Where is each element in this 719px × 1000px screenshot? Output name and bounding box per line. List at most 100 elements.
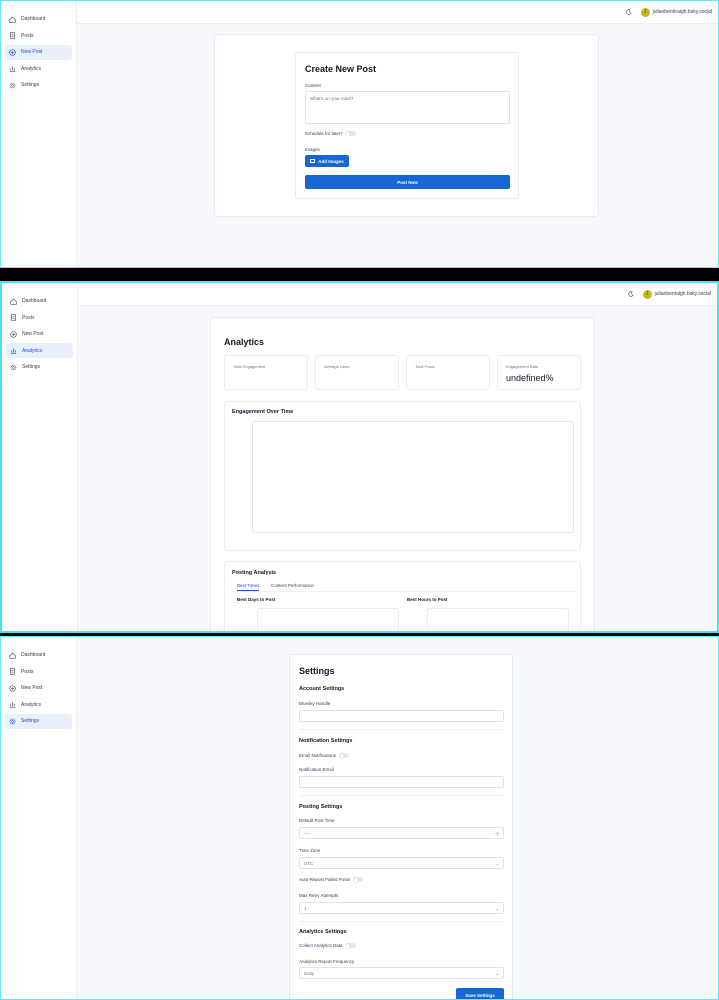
stat-card-engagement-rate: Engagement Rate undefined% bbox=[497, 355, 581, 390]
sidebar-item-label: Settings bbox=[22, 364, 41, 370]
sidebar-item-settings[interactable]: Settings bbox=[5, 78, 72, 93]
sidebar-item-label: New Post bbox=[22, 331, 44, 337]
analytics-settings-heading: Analytics Settings bbox=[299, 929, 347, 935]
max-retry-label: Max Retry Attempts bbox=[299, 893, 339, 898]
collect-analytics-label: Collect Analytics Data bbox=[299, 943, 343, 948]
stat-label: Average Likes bbox=[324, 364, 350, 369]
gear-icon bbox=[8, 717, 17, 726]
time-zone-value: UTC bbox=[304, 860, 314, 866]
report-frequency-value: Daily bbox=[304, 970, 315, 976]
user-handle: julianbentaigh.bsky.social bbox=[654, 291, 711, 297]
chart-icon bbox=[9, 346, 18, 355]
clock-icon: ◷ bbox=[495, 830, 500, 836]
sidebar-item-label: New Post bbox=[21, 685, 43, 691]
stat-label: Total Posts bbox=[415, 364, 435, 369]
moon-icon[interactable] bbox=[625, 8, 634, 17]
create-post-screen: Dashboard Posts New Post Analytics Setti… bbox=[0, 0, 719, 268]
stat-label: Engagement Rate bbox=[506, 364, 539, 369]
best-hours-title: Best Hours to Post bbox=[407, 597, 448, 602]
analytics-screen: Dashboard Posts New Post Analytics Setti… bbox=[0, 281, 719, 633]
sidebar-item-new-post[interactable]: New Post bbox=[5, 44, 72, 60]
default-post-time-label: Default Post Time bbox=[299, 818, 335, 823]
page-title: Analytics bbox=[224, 337, 265, 347]
collect-analytics-toggle[interactable] bbox=[345, 943, 356, 949]
max-retry-select[interactable]: 1 ⌄ bbox=[299, 902, 504, 914]
sidebar-item-label: New Post bbox=[21, 49, 43, 55]
stat-card-total-engagement: Total Engagement bbox=[224, 355, 308, 390]
moon-icon[interactable] bbox=[627, 290, 636, 299]
bluesky-handle-input[interactable] bbox=[299, 710, 504, 722]
engagement-chart-card: Engagement Over Time bbox=[224, 401, 581, 551]
content-label: Content bbox=[305, 83, 321, 88]
best-days-title: Best Days to Post bbox=[237, 597, 276, 602]
add-images-button[interactable]: Add Images bbox=[305, 155, 349, 167]
tab-best-times[interactable]: Best Times bbox=[237, 583, 260, 591]
content-textarea[interactable]: What's on your mind? bbox=[305, 91, 510, 124]
sidebar-item-analytics[interactable]: Analytics bbox=[5, 697, 72, 712]
auto-repost-toggle[interactable] bbox=[353, 877, 364, 883]
stat-card-average-likes: Average Likes bbox=[315, 355, 399, 390]
max-retry-value: 1 bbox=[304, 905, 307, 911]
sidebar-item-label: Analytics bbox=[21, 65, 42, 72]
auto-repost-row: Auto-Repost Failed Posts bbox=[299, 877, 364, 883]
sidebar-item-label: Dashboard bbox=[21, 16, 46, 22]
email-notifications-toggle[interactable] bbox=[339, 753, 350, 759]
settings-screen: Dashboard Posts New Post Analytics Setti… bbox=[0, 636, 719, 1000]
posting-settings-heading: Posting Settings bbox=[299, 804, 343, 810]
sidebar-item-dashboard[interactable]: Dashboard bbox=[6, 294, 73, 309]
posting-analysis-title: Posting Analysis bbox=[232, 570, 277, 576]
schedule-toggle[interactable] bbox=[345, 131, 356, 137]
sidebar: Dashboard Posts New Post Analytics Setti… bbox=[2, 283, 78, 631]
sidebar-item-new-post[interactable]: New Post bbox=[6, 327, 73, 342]
top-bar: J julianbentaigh.bsky.social bbox=[78, 283, 717, 306]
avatar[interactable]: J bbox=[642, 289, 652, 299]
section-divider bbox=[299, 921, 504, 922]
sidebar-item-posts[interactable]: Posts bbox=[5, 664, 72, 679]
analytics-card: Analytics Total Engagement Average Likes… bbox=[210, 317, 595, 631]
posting-analysis-card: Posting Analysis Best Times Content Perf… bbox=[224, 561, 581, 631]
best-days-chart bbox=[257, 608, 399, 631]
auto-repost-label: Auto-Repost Failed Posts bbox=[299, 877, 351, 882]
engagement-chart-area bbox=[252, 421, 574, 533]
stat-label: Total Engagement bbox=[233, 364, 266, 369]
tab-content-performance[interactable]: Content Performance bbox=[271, 583, 314, 588]
stat-value: undefined% bbox=[506, 373, 554, 383]
plus-circle-icon bbox=[9, 330, 18, 339]
sidebar-item-label: Settings bbox=[21, 718, 40, 724]
sidebar-item-label: Analytics bbox=[22, 347, 43, 354]
plus-circle-icon bbox=[8, 684, 17, 693]
gear-icon bbox=[9, 363, 18, 372]
gear-icon bbox=[8, 81, 17, 90]
chart-icon bbox=[8, 64, 17, 73]
sidebar-item-label: Posts bbox=[21, 32, 34, 39]
schedule-label: Schedule for later? bbox=[305, 131, 343, 136]
sidebar-item-dashboard[interactable]: Dashboard bbox=[5, 648, 72, 663]
chevron-down-icon: ⌄ bbox=[495, 905, 499, 911]
images-label: Images bbox=[305, 147, 320, 152]
sidebar-item-posts[interactable]: Posts bbox=[5, 28, 72, 43]
create-post-form: Create New Post Content What's on your m… bbox=[295, 52, 519, 199]
sidebar-item-settings[interactable]: Settings bbox=[6, 360, 73, 375]
sidebar-item-analytics[interactable]: Analytics bbox=[6, 343, 73, 358]
sidebar: Dashboard Posts New Post Analytics Setti… bbox=[1, 1, 77, 267]
sidebar-item-dashboard[interactable]: Dashboard bbox=[5, 12, 72, 27]
time-zone-label: Time Zone bbox=[299, 848, 321, 853]
avatar[interactable]: J bbox=[640, 7, 650, 17]
bluesky-handle-label: Bluesky Handle bbox=[299, 701, 331, 706]
report-frequency-select[interactable]: Daily ⌄ bbox=[299, 967, 504, 979]
sidebar-item-label: Posts bbox=[21, 668, 34, 675]
save-settings-button[interactable]: Save Settings bbox=[456, 988, 504, 999]
post-now-button[interactable]: Post Now bbox=[305, 175, 510, 189]
sidebar-item-label: Posts bbox=[22, 314, 35, 321]
posts-icon bbox=[8, 31, 17, 40]
sidebar: Dashboard Posts New Post Analytics Setti… bbox=[1, 637, 77, 999]
sidebar-item-settings[interactable]: Settings bbox=[5, 713, 72, 729]
tabs-divider bbox=[232, 591, 575, 592]
sidebar-item-analytics[interactable]: Analytics bbox=[5, 61, 72, 76]
notification-email-input[interactable] bbox=[299, 776, 504, 788]
sidebar-item-posts[interactable]: Posts bbox=[6, 310, 73, 325]
posts-icon bbox=[9, 313, 18, 322]
time-zone-select[interactable]: UTC ⌄ bbox=[299, 857, 504, 869]
default-post-time-input[interactable]: --:-- ◷ bbox=[299, 827, 504, 839]
sidebar-item-new-post[interactable]: New Post bbox=[5, 681, 72, 696]
